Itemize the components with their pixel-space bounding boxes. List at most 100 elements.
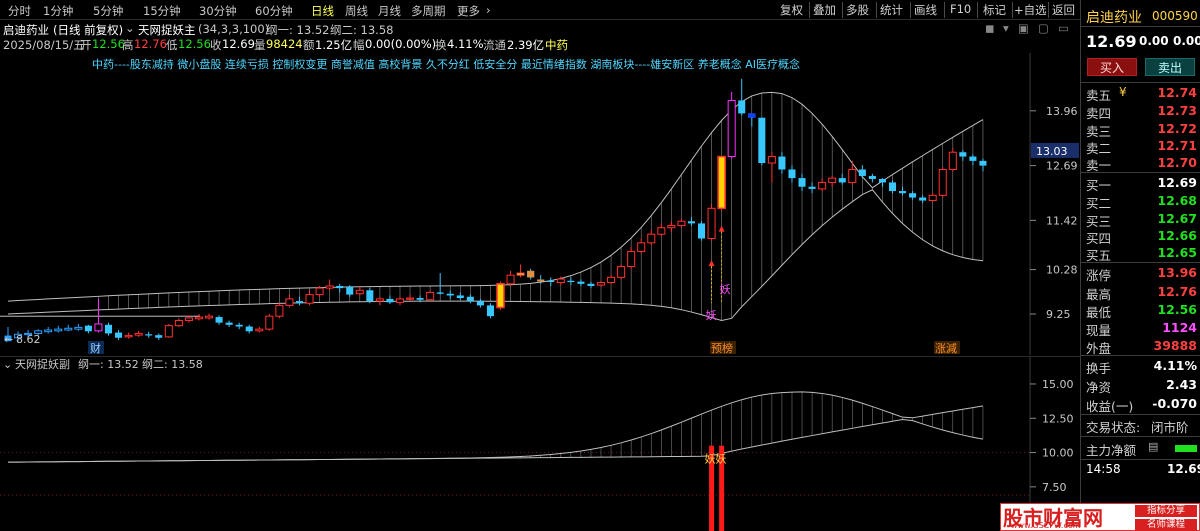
candle-body: [386, 298, 394, 303]
stats-button[interactable]: 统计: [880, 2, 903, 18]
period-tab-30min[interactable]: 30分钟: [199, 3, 237, 19]
candle-body: [235, 324, 243, 327]
candle-body: [194, 316, 203, 320]
candle-body: [285, 298, 294, 306]
stat-label: 净资: [1086, 380, 1112, 395]
candle-body: [657, 227, 666, 235]
band-upper-line: [7, 91, 984, 302]
candle-body: [969, 156, 977, 161]
candle-body: [909, 193, 917, 198]
candle-body: [215, 317, 223, 323]
float-label: 流通: [483, 38, 506, 52]
toolbar-divider: [842, 2, 843, 18]
dropdown-icon[interactable]: ▾: [1003, 21, 1009, 35]
bid-price: 12.69: [1157, 175, 1197, 190]
sub-indicator-chart[interactable]: ⌄ 天网捉妖副 纲一: 13.52 纲二: 13.58 15.00 12.50 10.00 7…: [0, 356, 1080, 531]
close-label: 收: [210, 38, 222, 52]
multi-stock-button[interactable]: 多股: [846, 2, 869, 18]
bid-price: 12.65: [1157, 245, 1197, 260]
candle-body: [607, 276, 616, 284]
adjust-button[interactable]: 复权: [780, 2, 803, 18]
overlay-button[interactable]: 叠加: [813, 2, 836, 18]
minimize-icon[interactable]: ▣: [1018, 21, 1029, 35]
left-arrow-icon: ←: [4, 333, 13, 346]
stat-value: 12.56: [1157, 302, 1197, 317]
high-value: 12.76: [134, 37, 167, 51]
candle-body: [346, 286, 354, 295]
close-panel-icon[interactable]: ▭: [1058, 21, 1069, 35]
vol-value: 98424: [266, 37, 303, 51]
turn-value: 4.11%: [447, 37, 484, 51]
sub-line2: 纲二: 13.58: [142, 358, 203, 371]
stat-value: 13.96: [1157, 265, 1197, 280]
price-tick-label: 9.25: [1046, 308, 1071, 321]
chevron-down-icon[interactable]: ⌄: [125, 21, 135, 35]
buy-button[interactable]: 买入: [1087, 58, 1137, 76]
candle-body: [698, 223, 706, 239]
candle-body: [436, 292, 444, 294]
band-lower-line: [7, 189, 984, 321]
period-tab-15min[interactable]: 15分钟: [143, 3, 181, 19]
period-tab-5min[interactable]: 5分钟: [93, 3, 123, 19]
draw-line-button[interactable]: 画线: [914, 2, 937, 18]
stat-label: 收益(一): [1086, 399, 1134, 414]
sub-band-upper: [7, 391, 984, 463]
candle-body: [145, 334, 153, 336]
yao-signal-label: 妖: [720, 282, 731, 296]
period-tab-more[interactable]: 更多: [457, 3, 480, 19]
candle-body: [959, 152, 967, 157]
toolbar-divider: [977, 2, 978, 18]
period-tab-week[interactable]: 周线: [345, 3, 368, 19]
trade-status-value: 闭市阶: [1151, 420, 1189, 435]
restore-icon[interactable]: ▢: [1038, 21, 1049, 35]
panel-change: 0.00: [1139, 34, 1169, 48]
candle-body: [115, 332, 123, 338]
signal-candle: [717, 155, 726, 210]
bid-price: 12.67: [1157, 211, 1197, 226]
candle-body: [506, 274, 515, 285]
back-button[interactable]: 返回: [1052, 2, 1075, 18]
add-favorite-button[interactable]: +自选: [1014, 2, 1047, 18]
stat-value: 2.43: [1166, 377, 1197, 392]
watermark-url: www.GSCFW.com: [1011, 521, 1081, 530]
turn-label: 换: [435, 38, 447, 52]
candle-body: [406, 297, 415, 300]
float-value: 2.39亿: [507, 38, 545, 52]
candle-body: [305, 294, 314, 304]
indicator-name[interactable]: 天网捉妖主: [138, 22, 196, 38]
up-arrow-icon: [718, 225, 725, 232]
sell-button[interactable]: 卖出: [1145, 58, 1195, 76]
candle-body: [134, 332, 143, 336]
candle-body: [476, 301, 484, 306]
period-tab-month[interactable]: 月线: [378, 3, 401, 19]
list-icon[interactable]: ▤: [1148, 440, 1158, 453]
period-tab-1min[interactable]: 1分钟: [43, 3, 73, 19]
period-toolbar: 分时 1分钟 5分钟 15分钟 30分钟 60分钟 日线 周线 月线 多周期 更…: [0, 0, 1080, 20]
stat2-row: 净资 2.43: [1081, 376, 1200, 395]
toolbar-divider: [944, 2, 945, 18]
low-value: 12.56: [178, 37, 211, 51]
main-flow-label[interactable]: 主力净额: [1086, 440, 1136, 459]
candle-body: [858, 169, 866, 176]
candle-body: [315, 287, 324, 296]
candle-body: [979, 160, 987, 166]
period-tab-day[interactable]: 日线: [311, 3, 334, 19]
f10-button[interactable]: F10: [950, 2, 971, 16]
period-tab-multi[interactable]: 多周期: [411, 3, 446, 19]
settings-icon[interactable]: ◼: [985, 21, 995, 35]
stat2-row: 换手 4.11%: [1081, 357, 1200, 376]
candle-body: [164, 325, 173, 338]
period-tab-60min[interactable]: 60分钟: [255, 3, 293, 19]
amount-label: 额: [303, 38, 315, 52]
more-arrow-icon[interactable]: ›: [486, 3, 491, 17]
quote-panel: 启迪药业 000590 12.69 0.00 0.00% 买入 卖出 卖五¥12…: [1080, 0, 1200, 531]
open-value: 12.56: [92, 37, 125, 51]
candle-body: [275, 304, 284, 317]
candle-body: [868, 175, 876, 179]
candle-body: [577, 281, 585, 284]
mark-button[interactable]: 标记: [983, 2, 1006, 18]
ask-price: 12.71: [1157, 138, 1197, 153]
low-price-mark: 8.62: [16, 333, 41, 346]
period-tab-fenshi[interactable]: 分时: [8, 3, 31, 19]
main-kline-chart[interactable]: 13.96 12.69 11.42 10.28 9.25 13.03 妖妖 ← 8.62 财 预榜 涨…: [0, 53, 1080, 355]
